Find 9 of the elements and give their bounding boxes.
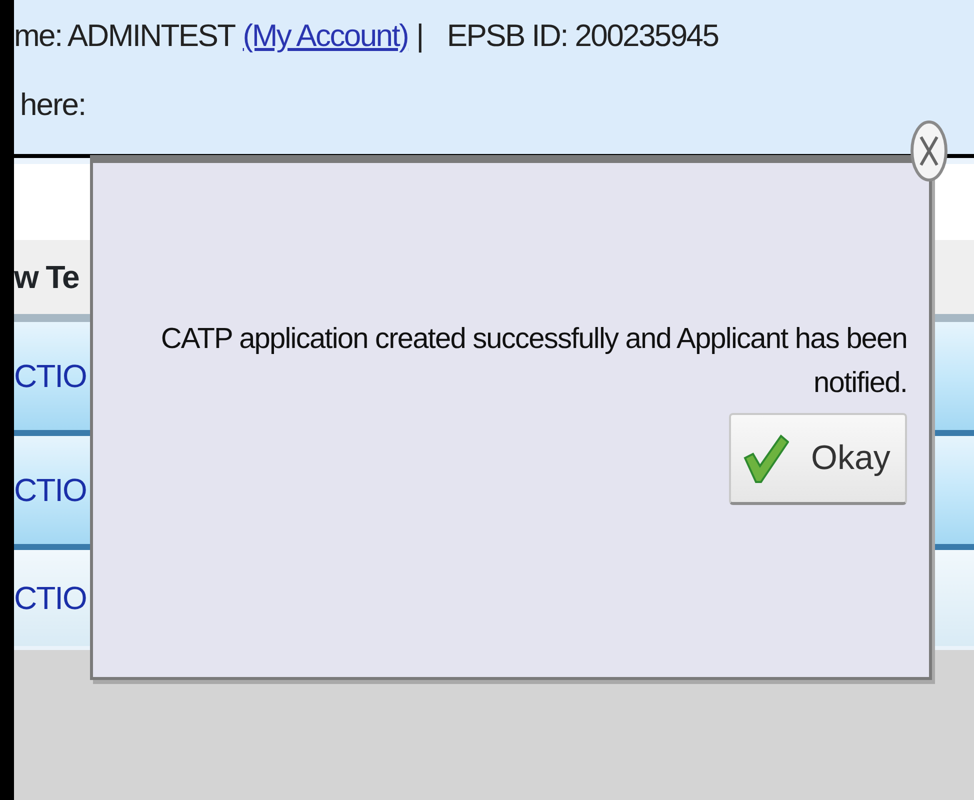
my-account-link[interactable]: (My Account) — [242, 12, 408, 60]
separator-text: | — [416, 16, 423, 55]
epsb-id-text: EPSB ID: 200235945 — [446, 16, 718, 55]
okay-button[interactable]: Okay — [729, 413, 907, 505]
username-text: me: ADMINTEST — [14, 16, 235, 55]
close-icon[interactable] — [910, 120, 948, 182]
checkmark-icon — [743, 434, 789, 484]
dialog-message: CATP application created successfully and Applicant has been notified. — [160, 322, 907, 400]
prompt-text: here: — [19, 86, 87, 124]
